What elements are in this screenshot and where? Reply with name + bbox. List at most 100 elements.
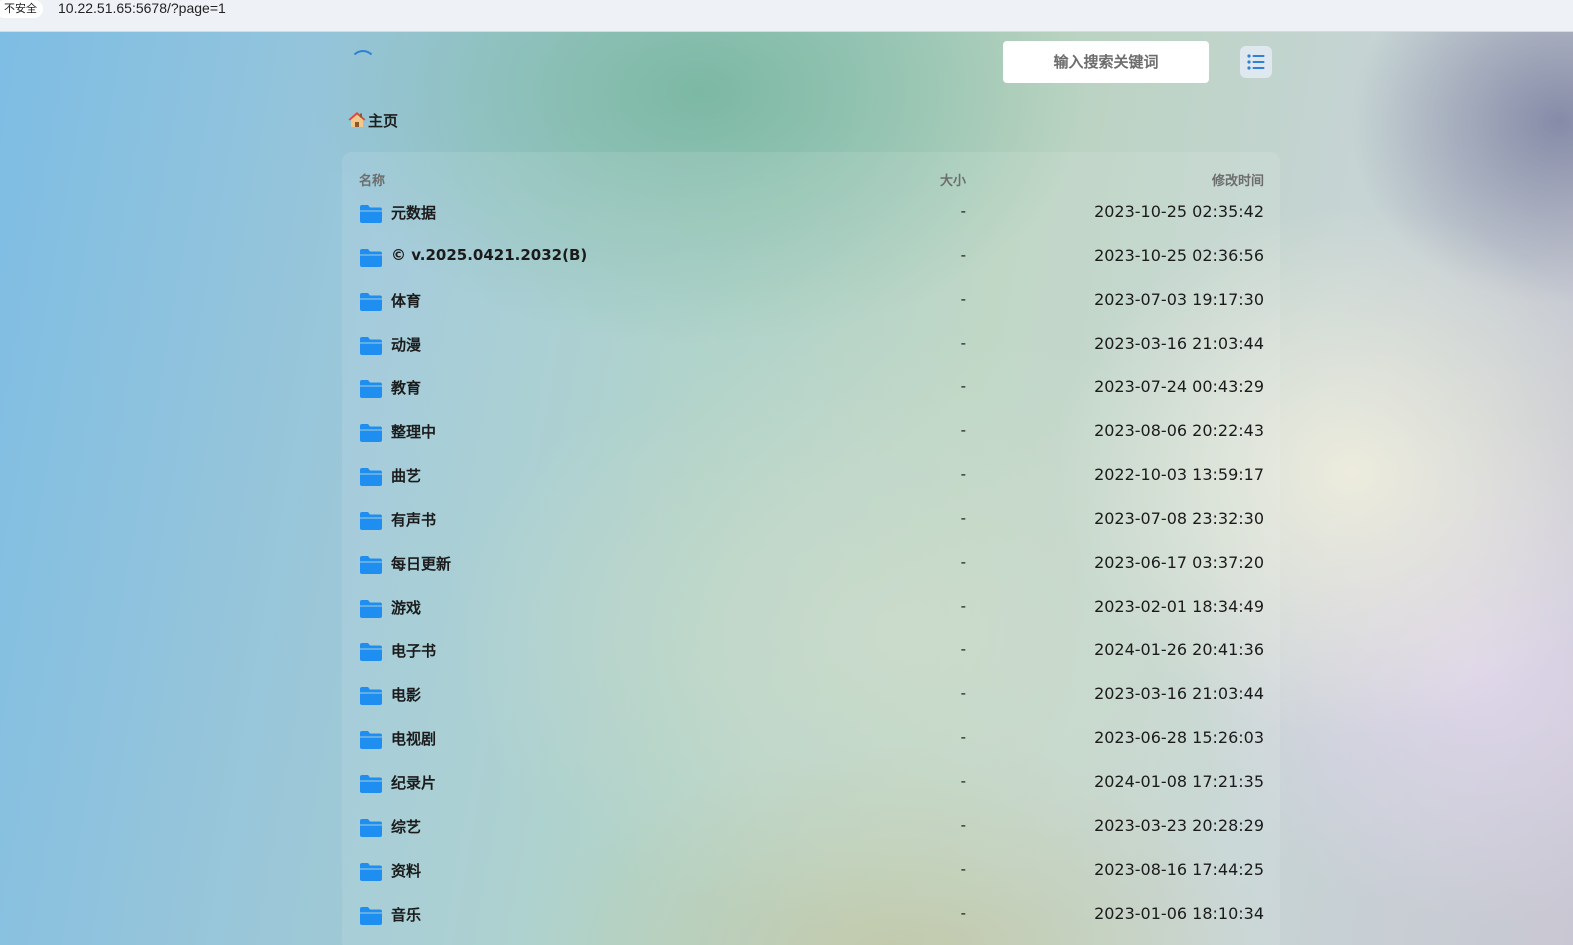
file-size: - <box>960 508 966 527</box>
file-size: - <box>960 771 966 790</box>
folder-icon <box>360 380 382 399</box>
file-name[interactable]: 电影 <box>391 684 421 705</box>
file-name[interactable]: 元数据 <box>391 202 436 223</box>
column-header-name[interactable]: 名称 <box>359 170 385 189</box>
folder-icon <box>360 818 382 837</box>
file-modified-time: 2023-10-25 02:36:56 <box>1094 245 1264 265</box>
folder-icon <box>360 862 382 881</box>
file-size: - <box>960 596 966 615</box>
folder-icon <box>360 336 382 355</box>
file-name[interactable]: 体育 <box>391 290 421 311</box>
file-name[interactable]: 游戏 <box>391 597 421 618</box>
table-row[interactable]: 电子书 - 2024-01-26 20:41:36 <box>342 634 1280 678</box>
breadcrumb: 主页 <box>348 109 398 131</box>
file-size: - <box>960 333 966 352</box>
file-size: - <box>960 465 966 484</box>
file-size: - <box>960 202 966 220</box>
table-row[interactable]: 综艺 - 2023-03-23 20:28:29 <box>342 810 1280 854</box>
file-modified-time: 2023-07-24 00:43:29 <box>1094 377 1264 397</box>
folder-icon <box>360 555 382 574</box>
table-row[interactable]: 纪录片 - 2024-01-08 17:21:35 <box>342 766 1280 810</box>
file-browser-page: 主页 名称 大小 修改时间 元数据 - 2023-10-25 02:35:42 <box>0 32 1573 945</box>
file-size: - <box>960 728 966 747</box>
file-modified-time: 2023-07-08 23:32:30 <box>1094 508 1264 528</box>
column-header-size[interactable]: 大小 <box>902 170 966 189</box>
table-row[interactable]: 动漫 - 2023-03-16 21:03:44 <box>342 328 1280 372</box>
file-size: - <box>960 245 966 264</box>
file-modified-time: 2024-01-26 20:41:36 <box>1094 640 1264 660</box>
folder-icon <box>360 205 382 223</box>
folder-icon <box>360 292 382 311</box>
file-modified-time: 2023-08-16 17:44:25 <box>1094 859 1264 879</box>
folder-icon <box>360 906 382 925</box>
file-size: - <box>960 815 966 834</box>
table-row[interactable]: 音乐 - 2023-01-06 18:10:34 <box>342 898 1280 942</box>
file-table: 名称 大小 修改时间 元数据 - 2023-10-25 02:35:42 © v… <box>342 152 1280 945</box>
file-name[interactable]: © v.2025.0421.2032(B) <box>391 246 587 264</box>
file-size: - <box>960 377 966 396</box>
file-name[interactable]: 动漫 <box>391 334 421 355</box>
folder-icon <box>360 731 382 750</box>
column-header-modified[interactable]: 修改时间 <box>1212 170 1264 189</box>
breadcrumb-home-link[interactable]: 主页 <box>368 110 398 131</box>
folder-icon <box>360 424 382 443</box>
table-row[interactable]: 整理中 - 2023-08-06 20:22:43 <box>342 415 1280 459</box>
folder-icon <box>360 511 382 530</box>
file-size: - <box>960 289 966 308</box>
file-size: - <box>960 684 966 703</box>
file-modified-time: 2023-10-25 02:35:42 <box>1094 202 1264 221</box>
file-modified-time: 2023-03-16 21:03:44 <box>1094 684 1264 704</box>
folder-icon <box>360 687 382 706</box>
folder-icon <box>360 643 382 662</box>
file-name[interactable]: 纪录片 <box>391 772 436 793</box>
table-row[interactable]: © v.2025.0421.2032(B) - 2023-10-25 02:36… <box>342 240 1280 284</box>
file-modified-time: 2023-06-17 03:37:20 <box>1094 552 1264 572</box>
file-name[interactable]: 电视剧 <box>391 728 436 749</box>
security-indicator[interactable]: 不安全 <box>0 0 43 18</box>
file-name[interactable]: 电子书 <box>391 640 436 661</box>
file-name[interactable]: 资料 <box>391 860 421 881</box>
file-name[interactable]: 有声书 <box>391 509 436 530</box>
loading-spinner-icon <box>350 50 376 76</box>
file-modified-time: 2023-03-23 20:28:29 <box>1094 815 1264 835</box>
table-row[interactable]: 有声书 - 2023-07-08 23:32:30 <box>342 503 1280 547</box>
table-row[interactable]: 教育 - 2023-07-24 00:43:29 <box>342 371 1280 415</box>
file-modified-time: 2023-07-03 19:17:30 <box>1094 289 1264 309</box>
file-size: - <box>960 640 966 659</box>
file-name[interactable]: 音乐 <box>391 904 421 925</box>
view-toggle-button[interactable] <box>1240 46 1272 78</box>
file-name[interactable]: 曲艺 <box>391 465 421 486</box>
browser-address-bar[interactable]: 不安全 10.22.51.65:5678/?page=1 <box>0 0 1573 32</box>
table-row[interactable]: 电视剧 - 2023-06-28 15:26:03 <box>342 722 1280 766</box>
file-modified-time: 2024-01-08 17:21:35 <box>1094 771 1264 791</box>
table-row[interactable]: 资料 - 2023-08-16 17:44:25 <box>342 854 1280 898</box>
table-header: 名称 大小 修改时间 <box>342 152 1280 202</box>
table-row[interactable]: 体育 - 2023-07-03 19:17:30 <box>342 284 1280 328</box>
file-size: - <box>960 421 966 440</box>
table-row[interactable]: 游戏 - 2023-02-01 18:34:49 <box>342 591 1280 635</box>
search-input[interactable] <box>1003 41 1209 83</box>
home-icon <box>348 112 366 127</box>
list-icon <box>1247 54 1265 70</box>
folder-icon <box>360 599 382 618</box>
url-text[interactable]: 10.22.51.65:5678/?page=1 <box>58 0 226 17</box>
folder-icon <box>360 248 382 267</box>
table-row[interactable]: 每日更新 - 2023-06-17 03:37:20 <box>342 547 1280 591</box>
folder-icon <box>360 468 382 487</box>
table-row[interactable]: 元数据 - 2023-10-25 02:35:42 <box>342 196 1280 240</box>
file-name[interactable]: 教育 <box>391 377 421 398</box>
file-modified-time: 2023-06-28 15:26:03 <box>1094 728 1264 748</box>
file-name[interactable]: 综艺 <box>391 816 421 837</box>
file-size: - <box>960 859 966 878</box>
file-modified-time: 2022-10-03 13:59:17 <box>1094 465 1264 485</box>
folder-icon <box>360 774 382 793</box>
file-modified-time: 2023-02-01 18:34:49 <box>1094 596 1264 616</box>
table-row[interactable]: 曲艺 - 2022-10-03 13:59:17 <box>342 459 1280 503</box>
file-modified-time: 2023-01-06 18:10:34 <box>1094 903 1264 923</box>
file-list: 元数据 - 2023-10-25 02:35:42 © v.2025.0421.… <box>342 196 1280 941</box>
file-name[interactable]: 整理中 <box>391 421 436 442</box>
file-name[interactable]: 每日更新 <box>391 553 451 574</box>
file-modified-time: 2023-08-06 20:22:43 <box>1094 421 1264 441</box>
table-row[interactable]: 电影 - 2023-03-16 21:03:44 <box>342 678 1280 722</box>
file-modified-time: 2023-03-16 21:03:44 <box>1094 333 1264 353</box>
